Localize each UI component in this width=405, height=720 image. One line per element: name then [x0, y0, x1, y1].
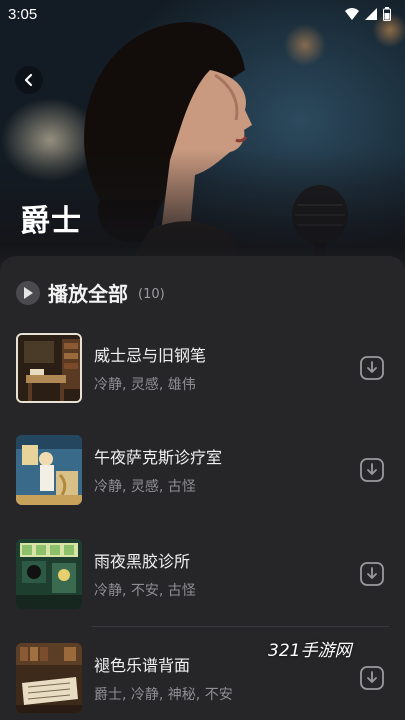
track-item[interactable]: 威士忌与旧钢笔 冷静, 灵感, 雄伟 [16, 332, 391, 404]
watermark-text: 321手游网 [268, 641, 352, 661]
track-tags: 冷静, 灵感, 古怪 [94, 479, 196, 495]
status-time: 3:05 [8, 5, 38, 23]
download-icon[interactable] [359, 457, 385, 483]
download-icon[interactable] [359, 355, 385, 381]
wifi-icon [345, 8, 359, 20]
download-icon[interactable] [359, 665, 385, 691]
status-bar: 3:05 [0, 0, 405, 28]
track-title: 午夜萨克斯诊疗室 [94, 448, 223, 467]
track-tags: 冷静, 不安, 古怪 [94, 583, 196, 599]
track-item[interactable]: 午夜萨克斯诊疗室 冷静, 灵感, 古怪 [16, 434, 391, 506]
page-title: 爵士 [20, 204, 82, 239]
track-tags: 爵士, 冷静, 神秘, 不安 [94, 687, 233, 703]
track-title: 威士忌与旧钢笔 [94, 346, 207, 365]
track-cover-image [16, 643, 82, 713]
track-tags: 冷静, 灵感, 雄伟 [94, 377, 196, 393]
download-icon[interactable] [359, 561, 385, 587]
play-all-button[interactable]: 播放全部 (10) [16, 278, 165, 307]
play-icon [24, 286, 33, 299]
track-cover-image [16, 333, 82, 403]
signal-icon [365, 8, 377, 20]
play-all-circle [16, 280, 40, 305]
track-item[interactable]: 雨夜黑胶诊所 冷静, 不安, 古怪 [16, 538, 391, 610]
track-cover-image [16, 435, 82, 505]
list-divider [92, 626, 389, 627]
chevron-left-icon [24, 73, 33, 87]
play-all-count: (10) [138, 286, 165, 302]
track-title: 雨夜黑胶诊所 [94, 552, 191, 571]
play-all-label: 播放全部 [48, 282, 128, 306]
battery-icon [383, 7, 391, 21]
track-cover-image [16, 539, 82, 609]
back-button[interactable] [15, 66, 43, 94]
